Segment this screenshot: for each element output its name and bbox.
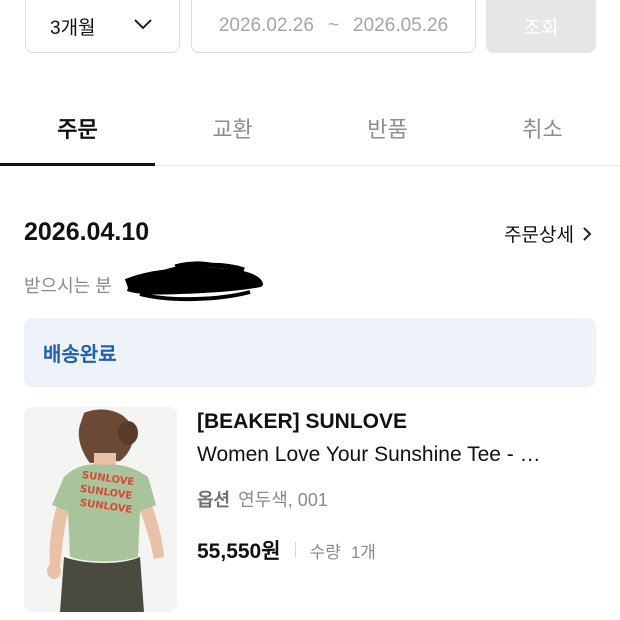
search-button[interactable]: 조회 [486,0,596,53]
date-end: 2026.05.26 [353,15,449,36]
tab-return[interactable]: 반품 [310,86,465,165]
order-detail-link[interactable]: 주문상세 [504,220,592,247]
option-label: 옵션 [197,490,231,510]
delivery-status-text: 배송완료 [43,344,117,366]
price-quantity-row: 55,550원 수량 1개 [197,535,376,565]
active-tab-indicator [0,163,155,166]
order-type-tabs: 주문 교환 반품 취소 [0,86,620,166]
chevron-down-icon [134,19,152,30]
date-start: 2026.02.26 [218,15,314,36]
product-title[interactable]: Women Love Your Sunshine Tee - … [197,443,541,467]
product-price: 55,550원 [197,540,281,563]
order-detail-label: 주문상세 [504,225,574,246]
order-date: 2026.04.10 [24,218,150,246]
chevron-right-icon [583,226,592,241]
tab-order[interactable]: 주문 [0,86,155,165]
price-divider [294,542,296,558]
period-select-value: 3개월 [50,17,96,39]
delivery-status-badge: 배송완료 [24,318,596,387]
date-range-field[interactable]: 2026.02.26 ~ 2026.05.26 [191,0,476,53]
product-option: 옵션 연두색, 001 [197,486,328,512]
date-separator: ~ [327,15,340,36]
recipient-row: 받으시는 분 [24,272,112,298]
product-photo-illustration: SUNLOVE SUNLOVE SUNLOVE [24,407,177,612]
product-brand[interactable]: [BEAKER] SUNLOVE [197,410,407,434]
tab-exchange[interactable]: 교환 [155,86,310,165]
period-select[interactable]: 3개월 [25,0,180,53]
recipient-label: 받으시는 분 [24,276,112,296]
quantity-label: 수량 [309,542,341,562]
option-value: 연두색, 001 [238,490,328,510]
quantity: 수량 1개 [310,538,376,563]
product-image[interactable]: SUNLOVE SUNLOVE SUNLOVE [24,407,177,612]
tab-cancel[interactable]: 취소 [465,86,620,165]
quantity-value: 1개 [350,542,376,562]
redaction-scribble [124,261,263,302]
